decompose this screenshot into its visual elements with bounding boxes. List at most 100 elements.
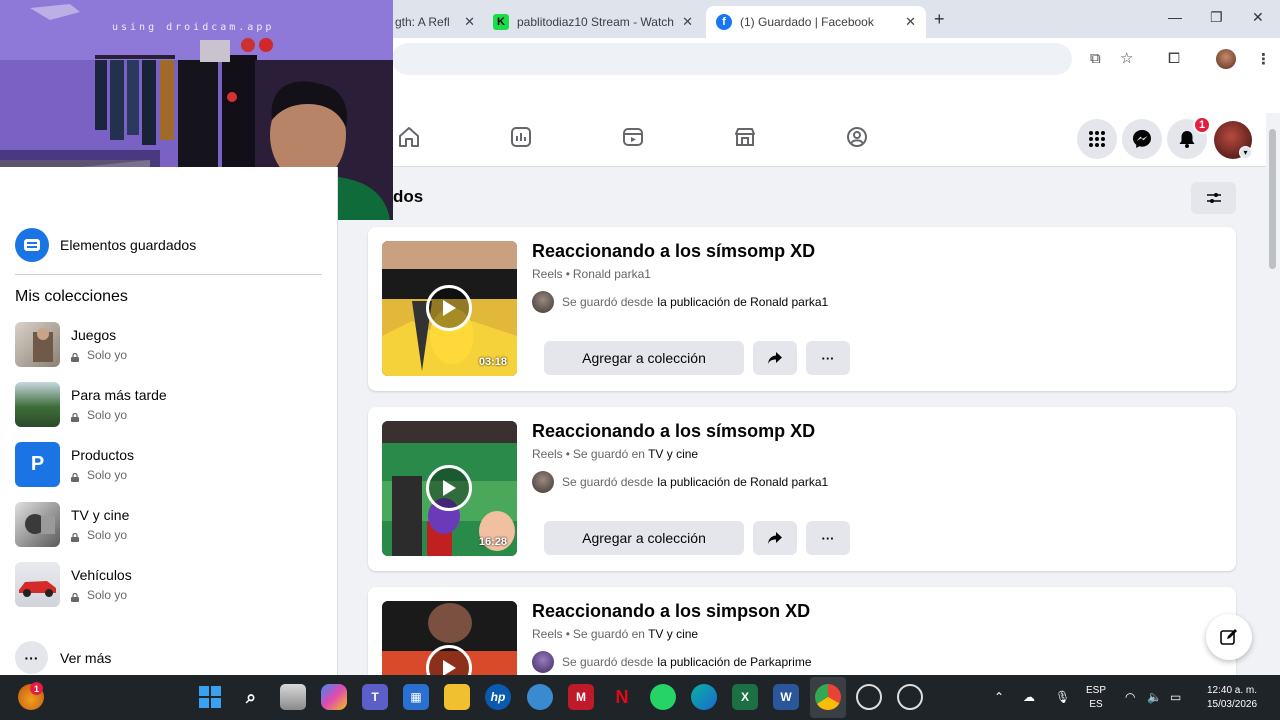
compose-icon [1220, 629, 1237, 645]
teams-icon[interactable]: T [362, 684, 388, 710]
chrome-profile-avatar[interactable] [1216, 49, 1236, 69]
close-icon[interactable]: ✕ [905, 14, 916, 30]
chevron-up-icon[interactable]: ⌃ [994, 690, 1010, 704]
onedrive-icon[interactable]: ☁ [1023, 690, 1039, 704]
tab-title: (1) Guardado | Facebook [740, 15, 874, 29]
privacy-label: Solo yo [87, 468, 128, 482]
mcafee-icon[interactable]: M [568, 684, 594, 710]
edge-icon[interactable] [691, 684, 717, 710]
see-more-button[interactable]: ··· Ver más [15, 641, 111, 674]
author-avatar[interactable] [532, 291, 554, 313]
battery-icon[interactable]: ▭ [1170, 690, 1186, 704]
bookmark-star-icon[interactable]: ☆ [1120, 49, 1133, 67]
task-view-icon[interactable] [280, 684, 306, 710]
chrome-menu-icon[interactable]: ⋮ [1256, 50, 1271, 68]
marketplace-icon[interactable] [733, 125, 757, 149]
microphone-icon[interactable]: 🎙 [1055, 690, 1071, 704]
collection-item-para-mas-tarde[interactable]: Para más tarde Solo yo [15, 382, 315, 428]
address-bar[interactable]: ⧉ ☆ [392, 43, 1133, 75]
saved-from-link[interactable]: la publicación de Ronald parka1 [657, 475, 828, 489]
saved-from-link[interactable]: la publicación de Ronald parka1 [657, 295, 828, 309]
page-scrollbar[interactable] [1266, 113, 1280, 675]
clock-date: 15/03/2026 [1206, 699, 1258, 710]
grid-icon [1089, 131, 1105, 147]
minimize-icon[interactable]: — [1168, 9, 1182, 25]
video-icon[interactable] [621, 125, 645, 149]
netflix-icon[interactable]: N [609, 684, 635, 710]
groups-icon[interactable] [845, 125, 869, 149]
store-icon[interactable]: ▦ [403, 684, 429, 710]
home-icon[interactable] [397, 125, 421, 149]
messenger-button[interactable] [1122, 119, 1162, 159]
share-button[interactable] [753, 341, 797, 375]
excel-icon[interactable]: X [732, 684, 758, 710]
saved-items-link[interactable]: Elementos guardados [15, 228, 196, 262]
menu-grid-button[interactable] [1077, 119, 1117, 159]
word-icon[interactable]: W [773, 684, 799, 710]
droidcam-icon[interactable] [897, 684, 923, 710]
tab-kick-stream[interactable]: K pablitodiaz10 Stream - Watch L ✕ [483, 6, 703, 38]
share-button[interactable] [753, 521, 797, 555]
collection-item-vehiculos[interactable]: Vehículos Solo yo [15, 562, 315, 608]
collection-item-productos[interactable]: P Productos Solo yo [15, 442, 315, 488]
clock[interactable]: 12:40 a. m. 15/03/2026 [1196, 684, 1268, 712]
collection-link[interactable]: TV y cine [648, 627, 698, 641]
obs-icon[interactable] [856, 684, 882, 710]
video-thumbnail[interactable]: 16:28 [382, 421, 517, 556]
more-options-button[interactable]: ··· [806, 521, 850, 555]
close-icon[interactable]: ✕ [682, 14, 693, 30]
privacy-label: Solo yo [87, 588, 128, 602]
collection-item-tv-y-cine[interactable]: TV y cine Solo yo [15, 502, 315, 548]
collection-item-juegos[interactable]: Juegos Solo yo [15, 322, 315, 368]
new-tab-icon[interactable]: + [934, 9, 945, 30]
item-type: Reels [532, 447, 563, 461]
saved-item-card[interactable]: 16:28 Reaccionando a los símsomp XD Reel… [368, 407, 1236, 571]
item-title[interactable]: Reaccionando a los simpson XD [532, 601, 810, 622]
copilot-icon[interactable] [321, 684, 347, 710]
dashboard-icon[interactable] [509, 125, 533, 149]
whatsapp-icon[interactable] [650, 684, 676, 710]
video-duration: 03:18 [478, 356, 507, 368]
saved-from-label: Se guardó desde [562, 655, 654, 669]
install-app-icon[interactable]: ⧉ [1090, 50, 1101, 67]
hp-icon[interactable]: hp [485, 684, 511, 710]
chevron-down-icon[interactable]: ▾ [1239, 146, 1252, 159]
windows-taskbar: 1 ⌕ T ▦ hp M N X W ⌃ ☁ 🎙 ESP ES ◠ 🔈 ▭ 12… [0, 675, 1280, 720]
window-close-icon[interactable]: ✕ [1252, 9, 1264, 26]
play-icon[interactable] [426, 285, 472, 331]
chrome-icon[interactable] [815, 684, 841, 710]
bell-icon [1179, 131, 1195, 148]
item-title[interactable]: Reaccionando a los símsomp XD [532, 241, 815, 262]
volume-icon[interactable]: 🔈 [1147, 690, 1163, 704]
collection-name: Vehículos [71, 567, 132, 583]
more-options-button[interactable]: ··· [806, 341, 850, 375]
search-icon[interactable]: ⌕ [238, 684, 264, 710]
tab-facebook-saved[interactable]: f (1) Guardado | Facebook ✕ [706, 6, 926, 38]
video-thumbnail[interactable]: 03:18 [382, 241, 517, 376]
restore-icon[interactable]: ❐ [1210, 9, 1223, 26]
language-indicator[interactable]: ESP ES [1082, 684, 1110, 712]
windows-start-icon[interactable] [197, 684, 223, 710]
close-icon[interactable]: ✕ [464, 14, 475, 30]
filter-button[interactable] [1191, 182, 1236, 214]
author-avatar[interactable] [532, 651, 554, 673]
saved-item-card[interactable]: Reaccionando a los simpson XD Reels • Se g… [368, 587, 1236, 675]
saved-from-link[interactable]: la publicación de Parkaprime [657, 655, 811, 669]
add-to-collection-button[interactable]: Agregar a colección [544, 521, 744, 555]
item-author[interactable]: Ronald parka1 [573, 267, 651, 281]
saved-item-card[interactable]: 03:18 Reaccionando a los símsomp XD Reel… [368, 227, 1236, 391]
scrollbar-thumb[interactable] [1269, 129, 1276, 269]
play-icon[interactable] [426, 465, 472, 511]
add-to-collection-button[interactable]: Agregar a colección [544, 341, 744, 375]
extensions-icon[interactable]: ⧠ [1168, 50, 1180, 67]
video-thumbnail[interactable] [382, 601, 517, 675]
author-avatar[interactable] [532, 471, 554, 493]
item-title[interactable]: Reaccionando a los símsomp XD [532, 421, 815, 442]
collection-link[interactable]: TV y cine [648, 447, 698, 461]
tab-reflection[interactable]: gth: A Refl ✕ [385, 6, 485, 38]
collection-privacy: Solo yo [71, 348, 127, 362]
file-explorer-icon[interactable] [444, 684, 470, 710]
app-icon[interactable] [527, 684, 553, 710]
wifi-icon[interactable]: ◠ [1125, 690, 1141, 704]
new-message-button[interactable] [1206, 614, 1252, 660]
